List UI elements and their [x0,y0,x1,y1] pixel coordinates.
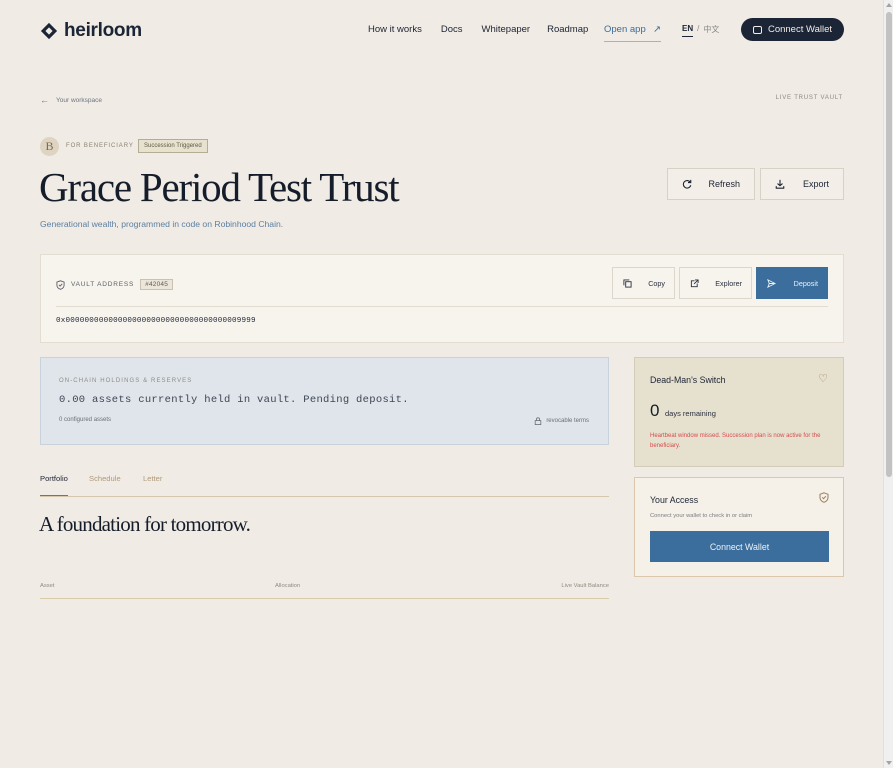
revocable-terms-label: revocable terms [546,418,589,424]
your-access-card: Your Access Connect your wallet to check… [634,477,844,577]
external-link-icon [690,278,699,287]
vault-address-value[interactable]: 0x00000000000000000000000000000000000099… [56,317,256,325]
content-tabs: Portfolio Schedule Letter [40,474,609,497]
divider [56,306,828,307]
revocable-terms: revocable terms [534,417,589,425]
connect-wallet-header-button[interactable]: Connect Wallet [741,18,844,41]
heart-icon: ♡ [818,373,828,385]
live-trust-vault-label: LIVE TRUST VAULT [775,95,843,101]
heirloom-logo[interactable]: heirloom [40,20,142,42]
explorer-label: Explorer [715,278,742,288]
beneficiary-avatar: B [40,137,59,156]
status-badge: Succession Triggered [138,139,208,153]
main-nav: How it works Docs Whitepaper Roadmap [368,24,588,35]
holdings-message: 0.00 assets currently held in vault. Pen… [59,394,409,406]
dead-mans-switch-title: Dead-Man's Switch [650,375,726,385]
scrollbar-thumb[interactable] [886,12,892,477]
wallet-icon [752,25,762,34]
page-subtitle: Generational wealth, programmed in code … [40,219,284,229]
tab-portfolio[interactable]: Portfolio [40,474,68,496]
copy-address-button[interactable]: Copy [612,267,675,299]
language-switcher: EN / 中文 [682,24,719,37]
refresh-label: Refresh [708,179,740,189]
lock-icon [535,417,542,425]
lang-separator: / [697,24,700,33]
copy-icon [623,278,632,288]
deposit-label: Deposit [793,278,818,288]
logo-text: heirloom [64,20,142,41]
page-title: Grace Period Test Trust [39,164,400,210]
vault-address-label-group: VAULT ADDRESS #42045 [56,279,174,290]
dead-mans-switch-card: Dead-Man's Switch ♡ 0 days remaining Hea… [634,357,844,467]
portfolio-table-header: Asset Allocation Live Vault Balance [40,583,609,599]
refresh-button[interactable]: Refresh [667,168,755,200]
scroll-down-arrow-icon[interactable] [886,761,892,765]
column-allocation: Allocation [275,583,301,589]
arrow-up-right-icon: ↗ [653,24,661,35]
column-asset: Asset [40,583,55,589]
nav-docs[interactable]: Docs [441,24,463,35]
tab-schedule[interactable]: Schedule [89,474,121,483]
portfolio-heading: A foundation for tomorrow. [39,512,251,536]
configured-assets-count: 0 configured assets [59,417,112,423]
open-app-label: Open app [604,24,646,35]
arrow-left-icon: ← [40,95,49,105]
scroll-up-arrow-icon[interactable] [886,3,892,7]
shield-check-icon [819,492,829,503]
vault-number-badge: #42045 [140,279,174,290]
vault-address-label: VAULT ADDRESS [71,281,135,288]
role-label: FOR BENEFICIARY [66,143,134,149]
tab-letter[interactable]: Letter [143,474,162,483]
breadcrumb[interactable]: ← Your workspace [40,95,102,105]
days-remaining-label: days remaining [665,409,716,418]
logo-diamond-icon [40,22,58,40]
deposit-button[interactable]: Deposit [756,267,828,299]
connect-wallet-button[interactable]: Connect Wallet [650,531,829,562]
send-icon [767,278,776,288]
scrollbar[interactable] [883,0,893,768]
heartbeat-warning: Heartbeat window missed. Succession plan… [650,433,821,449]
your-access-title: Your Access [650,495,699,505]
nav-roadmap[interactable]: Roadmap [547,24,588,35]
connect-wallet-label: Connect Wallet [767,24,833,35]
lang-en[interactable]: EN [682,24,694,37]
vault-address-card: VAULT ADDRESS #42045 Copy Explorer Depos… [40,254,844,343]
export-button[interactable]: Export [760,168,844,200]
breadcrumb-workspace: Your workspace [56,96,103,104]
lang-zh[interactable]: 中文 [703,24,719,37]
holdings-panel: ON-CHAIN HOLDINGS & RESERVES 0.00 assets… [40,357,609,445]
your-access-subtitle: Connect your wallet to check in or claim [650,513,753,519]
nav-open-app[interactable]: Open app ↗ [604,24,661,42]
download-icon [775,179,785,189]
nav-whitepaper[interactable]: Whitepaper [482,24,531,35]
days-remaining-value: 0 [650,401,660,420]
nav-how-it-works[interactable]: How it works [368,24,422,35]
column-live-vault-balance: Live Vault Balance [561,583,609,589]
copy-label: Copy [648,278,665,288]
refresh-icon [682,179,692,189]
holdings-label: ON-CHAIN HOLDINGS & RESERVES [59,378,193,384]
export-label: Export [802,179,829,189]
explorer-button[interactable]: Explorer [679,267,752,299]
shield-icon [56,279,65,290]
